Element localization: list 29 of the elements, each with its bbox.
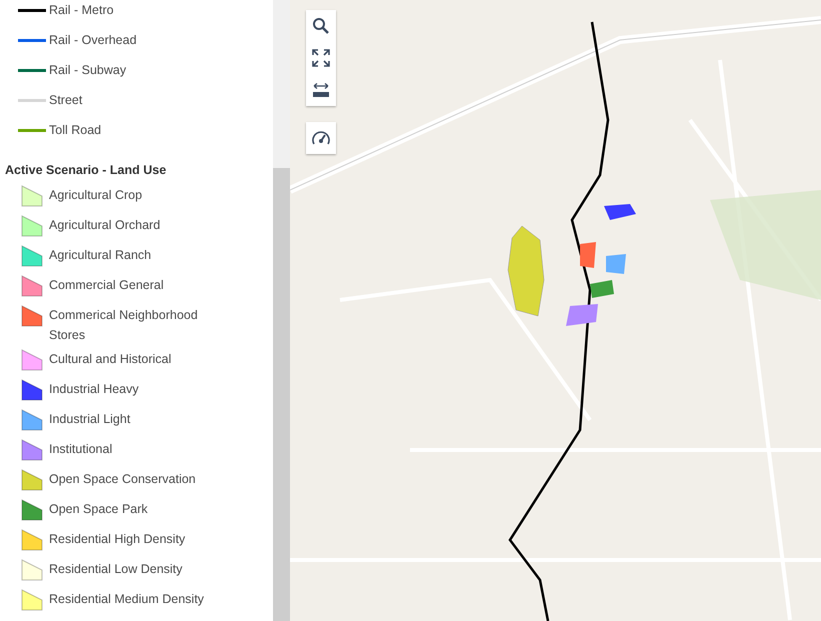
measure-button[interactable]	[306, 74, 336, 106]
legend-label: Institutional	[49, 441, 114, 458]
gauge-button[interactable]	[306, 122, 336, 154]
scrollbar[interactable]	[273, 0, 290, 621]
legend-label: Residential Medium Density	[49, 591, 205, 608]
legend-label: Open Space Park	[49, 501, 149, 518]
legend-label: Commerical Neighborhood Stores	[49, 307, 199, 344]
gauge-icon	[311, 129, 331, 147]
search-button[interactable]	[306, 10, 336, 42]
legend-label: Rail - Overhead	[49, 33, 137, 47]
legend-label: Toll Road	[49, 123, 102, 137]
ruler-icon	[312, 81, 330, 99]
legend-label: Rail - Metro	[49, 3, 114, 17]
legend-label: Residential Low Density	[49, 561, 184, 578]
scrollbar-thumb[interactable]	[273, 168, 290, 621]
legend-label: Cultural and Historical	[49, 351, 172, 368]
legend-label: Rail - Subway	[49, 63, 126, 77]
legend-label: Agricultural Orchard	[49, 217, 162, 234]
legend-label: Industrial Heavy	[49, 381, 140, 398]
legend-label: Agricultural Ranch	[49, 247, 152, 264]
legend-section-title: Active Scenario - Land Use	[4, 162, 168, 179]
legend-label: Commercial General	[49, 277, 165, 294]
legend-label: Open Space Conservation	[49, 471, 197, 488]
legend-label: Industrial Light	[49, 411, 132, 428]
legend-label: Street	[49, 93, 82, 107]
legend-label: Agricultural Crop	[49, 187, 144, 204]
search-icon	[312, 17, 330, 35]
expand-icon	[312, 49, 330, 67]
legend-label: Residential High Density	[49, 531, 186, 548]
